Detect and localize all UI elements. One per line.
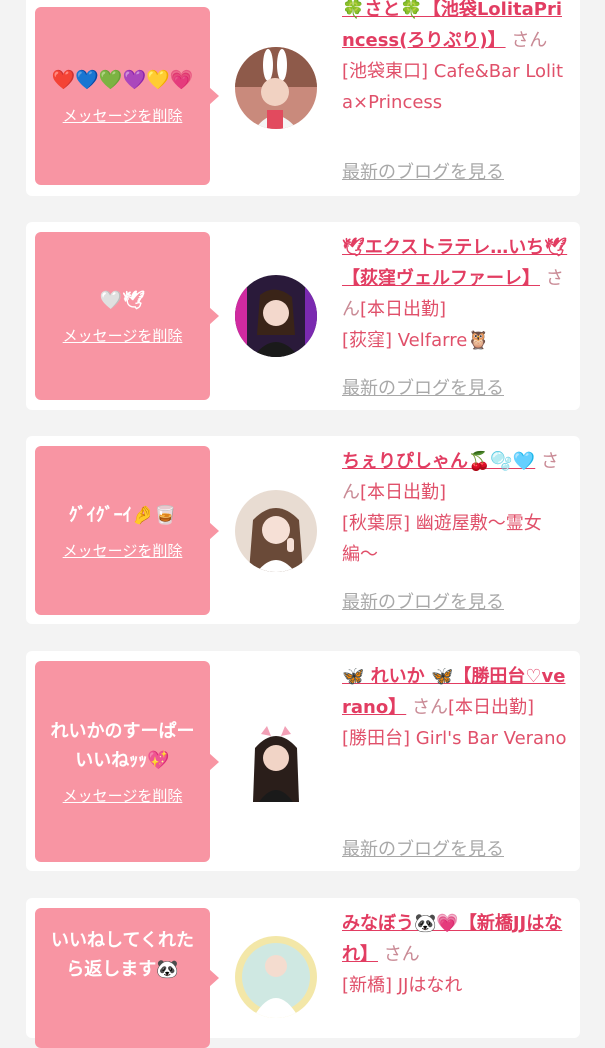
message-text: ｸﾞｲｸﾞｰｲ🤌🥃	[68, 504, 177, 526]
message-card: れいかのすーぱーいいねｯｯ💖 メッセージを削除 🦋 れいか 🦋【勝田台♡vera…	[26, 651, 580, 871]
avatar[interactable]	[235, 490, 317, 572]
shop-name: [池袋東口] Cafe&Bar Lolita×Princess	[342, 61, 564, 113]
message-card: ｸﾞｲｸﾞｰｲ🤌🥃 メッセージを削除 ちぇりぴしゃん🍒🫧🩵 さん[本日出勤] […	[26, 436, 580, 624]
shop-name: [新橋] JJはなれ	[342, 975, 463, 996]
avatar[interactable]	[235, 47, 317, 129]
message-bubble: 🤍🕊 メッセージを削除	[35, 232, 219, 400]
cast-name-link[interactable]: みなぼう🐼💗【新橋JJはなれ】	[342, 913, 562, 965]
shop-name: [荻窪] Velfarre🦉	[342, 330, 490, 351]
cast-info: 🕊エクストラテレ…いち🕊【荻窪ヴェルファーレ】 さん[本日出勤] [荻窪] Ve…	[342, 232, 572, 356]
message-bubble: れいかのすーぱーいいねｯｯ💖 メッセージを削除	[35, 661, 219, 862]
message-text: れいかのすーぱーいいねｯｯ💖	[50, 721, 195, 771]
cast-info: みなぼう🐼💗【新橋JJはなれ】 さん [新橋] JJはなれ	[342, 908, 572, 1001]
shop-name: [秋葉原] 幽遊屋敷〜霊女編〜	[342, 513, 542, 565]
message-bubble: ｸﾞｲｸﾞｰｲ🤌🥃 メッセージを削除	[35, 446, 219, 615]
status-text: [本日出勤]	[360, 299, 447, 320]
cast-info: 🦋 れいか 🦋【勝田台♡verano】 さん[本日出勤] [勝田台] Girl'…	[342, 661, 572, 754]
delete-message-link[interactable]: メッセージを削除	[63, 540, 183, 561]
latest-blog-link[interactable]: 最新のブログを見る	[342, 158, 504, 184]
cast-info: 🍀さと🍀【池袋LolitaPrincess(ろりぷり)】 さん [池袋東口] C…	[342, 0, 572, 118]
latest-blog-link[interactable]: 最新のブログを見る	[342, 588, 504, 614]
san-suffix: さん	[383, 944, 420, 965]
san-suffix: さん	[511, 30, 548, 51]
avatar[interactable]	[235, 275, 317, 357]
message-bubble: ❤️💙💚💜💛💗 メッセージを削除	[35, 7, 219, 185]
latest-blog-link[interactable]: 最新のブログを見る	[342, 835, 504, 861]
cast-name-link[interactable]: ちぇりぴしゃん🍒🫧🩵	[342, 451, 535, 472]
cast-name-link[interactable]: 🕊エクストラテレ…いち🕊【荻窪ヴェルファーレ】	[342, 237, 567, 289]
latest-blog-link[interactable]: 最新のブログを見る	[342, 374, 504, 400]
delete-message-link[interactable]: メッセージを削除	[63, 325, 183, 346]
san-suffix: さん	[411, 697, 448, 718]
message-text: いいねしてくれたら返します🐼	[51, 930, 194, 980]
avatar[interactable]	[245, 720, 307, 802]
avatar[interactable]	[235, 936, 317, 1018]
message-text: ❤️💙💚💜💛💗	[51, 69, 194, 91]
shop-name: [勝田台] Girl's Bar Verano	[342, 728, 567, 749]
message-card: いいねしてくれたら返します🐼 みなぼう🐼💗【新橋JJはなれ】 さん [新橋] J…	[26, 898, 580, 1048]
message-text: 🤍🕊	[99, 290, 146, 311]
message-card: 🤍🕊 メッセージを削除 🕊エクストラテレ…いち🕊【荻窪ヴェルファーレ】 さん[本…	[26, 222, 580, 410]
message-bubble: いいねしてくれたら返します🐼	[35, 908, 219, 1048]
message-card: ❤️💙💚💜💛💗 メッセージを削除 🍀さと🍀【池袋LolitaPrincess(ろ…	[26, 0, 580, 196]
cast-info: ちぇりぴしゃん🍒🫧🩵 さん[本日出勤] [秋葉原] 幽遊屋敷〜霊女編〜	[342, 446, 572, 570]
delete-message-link[interactable]: メッセージを削除	[63, 785, 183, 806]
status-text: [本日出勤]	[360, 482, 447, 503]
status-text: [本日出勤]	[447, 697, 534, 718]
delete-message-link[interactable]: メッセージを削除	[63, 105, 183, 126]
